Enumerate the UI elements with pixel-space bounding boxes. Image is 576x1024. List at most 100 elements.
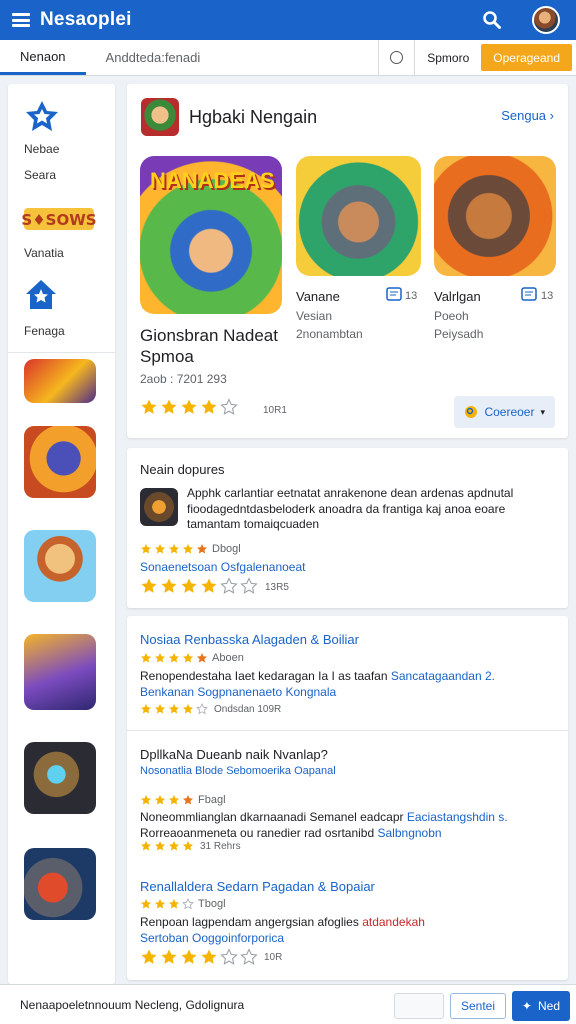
review-item-1-stars: Aboen <box>140 652 244 664</box>
menu-icon[interactable] <box>12 13 30 27</box>
app-header: Nesaoplei <box>0 0 576 40</box>
review-item-1-rating: Ondsdan 109R <box>140 703 281 715</box>
review-item-3-stars: Tbogl <box>140 898 226 910</box>
sidebar-label-seara: Seara <box>24 168 57 182</box>
list-divider <box>127 730 568 731</box>
game-3-sub1: Poeoh <box>434 309 469 323</box>
review-item-1-stars-label: Aboen <box>212 652 244 664</box>
description-text: Apphk carlantiar eetnatat anrakenone dea… <box>187 486 514 531</box>
sidebar-label-nebae: Nebae <box>24 142 60 156</box>
sidebar-game-thumb-3[interactable] <box>24 530 96 602</box>
sidebar-game-thumb-1[interactable] <box>24 359 96 403</box>
bottom-status-text: Nenaapoeletnnouum Necleng, Gdolignura <box>20 997 245 1012</box>
main-game-name-line1: Gionsbran Nadeat <box>140 326 278 345</box>
featured-more-link[interactable]: Sengua › <box>501 108 554 123</box>
review-item-3-rating: 10R <box>140 948 282 966</box>
tile-logo-art: NANADEAS <box>150 168 275 193</box>
chat-icon[interactable] <box>378 40 414 75</box>
review-item-2-rating: 31 Rehrs <box>140 840 241 852</box>
main-game-name-line2: Spmoa <box>140 347 194 366</box>
review-item-1-rating-text: Ondsdan 109R <box>214 703 282 715</box>
sidebar-item-fenaga[interactable] <box>24 278 58 317</box>
sidebar-label-vanatia: Vanatia <box>24 246 64 260</box>
sidebar-game-thumb-5[interactable] <box>24 742 96 814</box>
review-list-card: Nosiaa Renbasska Alagaden & Boiliar Aboe… <box>127 616 568 980</box>
description-rating-text: 13R5 <box>265 582 289 593</box>
star-full-icon <box>201 399 217 414</box>
game-3-count: 13 <box>541 290 554 302</box>
review-item-3-title[interactable]: Renallaldera Sedarn Pagadan & Bopaiar <box>140 879 375 894</box>
featured-card: Hgbaki Nengain Sengua › NANADEAS Vanane … <box>127 84 568 438</box>
review-item-2-line1: Noneommlianglan dkarnaanadi Semanel eadc… <box>140 810 508 824</box>
description-rating <box>140 577 258 600</box>
sidebar-item-nebae[interactable] <box>8 98 115 139</box>
review-item-2-rating-text: 31 Rehrs <box>200 840 241 852</box>
sidebar-game-thumb-4[interactable] <box>24 634 96 710</box>
game-2-name: Vanane <box>296 289 340 304</box>
featured-title: Hgbaki Nengain <box>189 107 318 127</box>
game-3-sub2: Peiysadh <box>434 327 484 341</box>
star-icon <box>26 101 58 131</box>
description-card: Neain dopures Apphk carlantiar eetnatat … <box>127 448 568 608</box>
tab-nenaon[interactable]: Nenaon <box>0 40 86 75</box>
chat-count-icon <box>386 287 402 301</box>
bottom-primary-button[interactable]: ✦ Ned <box>511 991 570 1021</box>
search-icon <box>465 406 478 418</box>
star-empty-icon <box>220 398 238 415</box>
featured-game-tile-main[interactable]: NANADEAS <box>140 156 282 314</box>
search-icon[interactable] <box>482 10 502 30</box>
app-title: Nesaoplei <box>40 9 132 30</box>
sidebar-game-thumb-2[interactable] <box>24 426 96 498</box>
tab-bar: Nenaon Anddteda:fenadi Spmoro Operageand <box>0 40 576 76</box>
main-game-meta: 2aob : 7201 293 <box>140 372 227 386</box>
review-item-2-title[interactable]: DpllkaNa Dueanb naik Nvanlap? <box>140 747 328 762</box>
sidebar: Nebae Seara S♦SOWS Vanatia Fenaga <box>8 84 115 984</box>
star-full-icon <box>161 399 177 414</box>
featured-rating <box>140 398 238 421</box>
review-item-2-line2: Rorreaoanmeneta ou ranedier rad osrtanib… <box>140 826 442 840</box>
review-item-2-stars: Fbagl <box>140 794 226 806</box>
review-item-1-line2[interactable]: Benkanan Sogpnanenaeto Kongnala <box>140 685 336 699</box>
review-item-2-sub[interactable]: Nosonatlia Blode Sebomoerika Oapanal <box>140 765 336 777</box>
featured-game-tile-3[interactable] <box>434 156 556 276</box>
star-full-icon <box>141 399 157 414</box>
sign-link[interactable]: Spmoro <box>414 40 481 75</box>
bottom-secondary-button[interactable]: Sentei <box>449 993 506 1019</box>
star-full-icon <box>181 399 197 414</box>
game-2-count: 13 <box>405 290 418 302</box>
category-select[interactable]: Coereoer ▾ <box>454 396 555 428</box>
sidebar-divider <box>8 352 115 353</box>
bottom-bar: Nenaapoeletnnouum Necleng, Gdolignura Se… <box>0 984 576 1024</box>
game-3-name: Valrlgan <box>434 289 481 304</box>
svg-text:S♦SOWS: S♦SOWS <box>22 211 96 229</box>
primary-cta-button[interactable]: Operageand <box>481 44 572 71</box>
description-app-icon <box>140 488 178 526</box>
tab-secondary[interactable]: Anddteda:fenadi <box>86 40 221 75</box>
chat-count-icon <box>521 287 537 301</box>
avatar[interactable] <box>532 6 560 34</box>
bottom-primary-label: Ned <box>537 999 560 1013</box>
description-stars: Dbogl <box>140 543 241 555</box>
description-link[interactable]: Sonaenetsoan Osfgalenanoeat <box>140 560 305 574</box>
featured-game-tile-2[interactable] <box>296 156 421 276</box>
game-2-sub1: Vesian <box>296 309 333 323</box>
game-badge-icon[interactable]: S♦SOWS <box>21 204 97 234</box>
review-item-3-stars-label: Tbogl <box>198 898 226 910</box>
featured-rating-text: 10R1 <box>263 405 287 416</box>
chevron-down-icon: ▾ <box>540 406 545 417</box>
review-item-1-title[interactable]: Nosiaa Renbasska Alagaden & Boiliar <box>140 632 359 647</box>
star-plus-icon: ✦ <box>521 999 532 1013</box>
review-item-2-stars-label: Fbagl <box>198 794 226 806</box>
review-item-3-line1: Renpoan lagpendam angergsian afoglies at… <box>140 915 425 929</box>
sidebar-game-thumb-6[interactable] <box>24 848 96 920</box>
review-item-1-line1: Renopendestaha Iaet kedaragan Ia I as ta… <box>140 669 495 683</box>
bottom-input[interactable] <box>394 993 444 1019</box>
review-item-3-rating-text: 10R <box>264 951 283 963</box>
featured-app-icon <box>141 98 179 136</box>
category-select-label: Coereoer <box>484 405 535 419</box>
review-item-3-line2[interactable]: Sertoban Ooggoinforporica <box>140 931 284 945</box>
game-2-sub2: 2nonambtan <box>296 327 363 341</box>
description-stars-label: Dbogl <box>212 543 241 555</box>
home-star-icon <box>26 280 56 309</box>
description-title: Neain dopures <box>140 462 225 477</box>
